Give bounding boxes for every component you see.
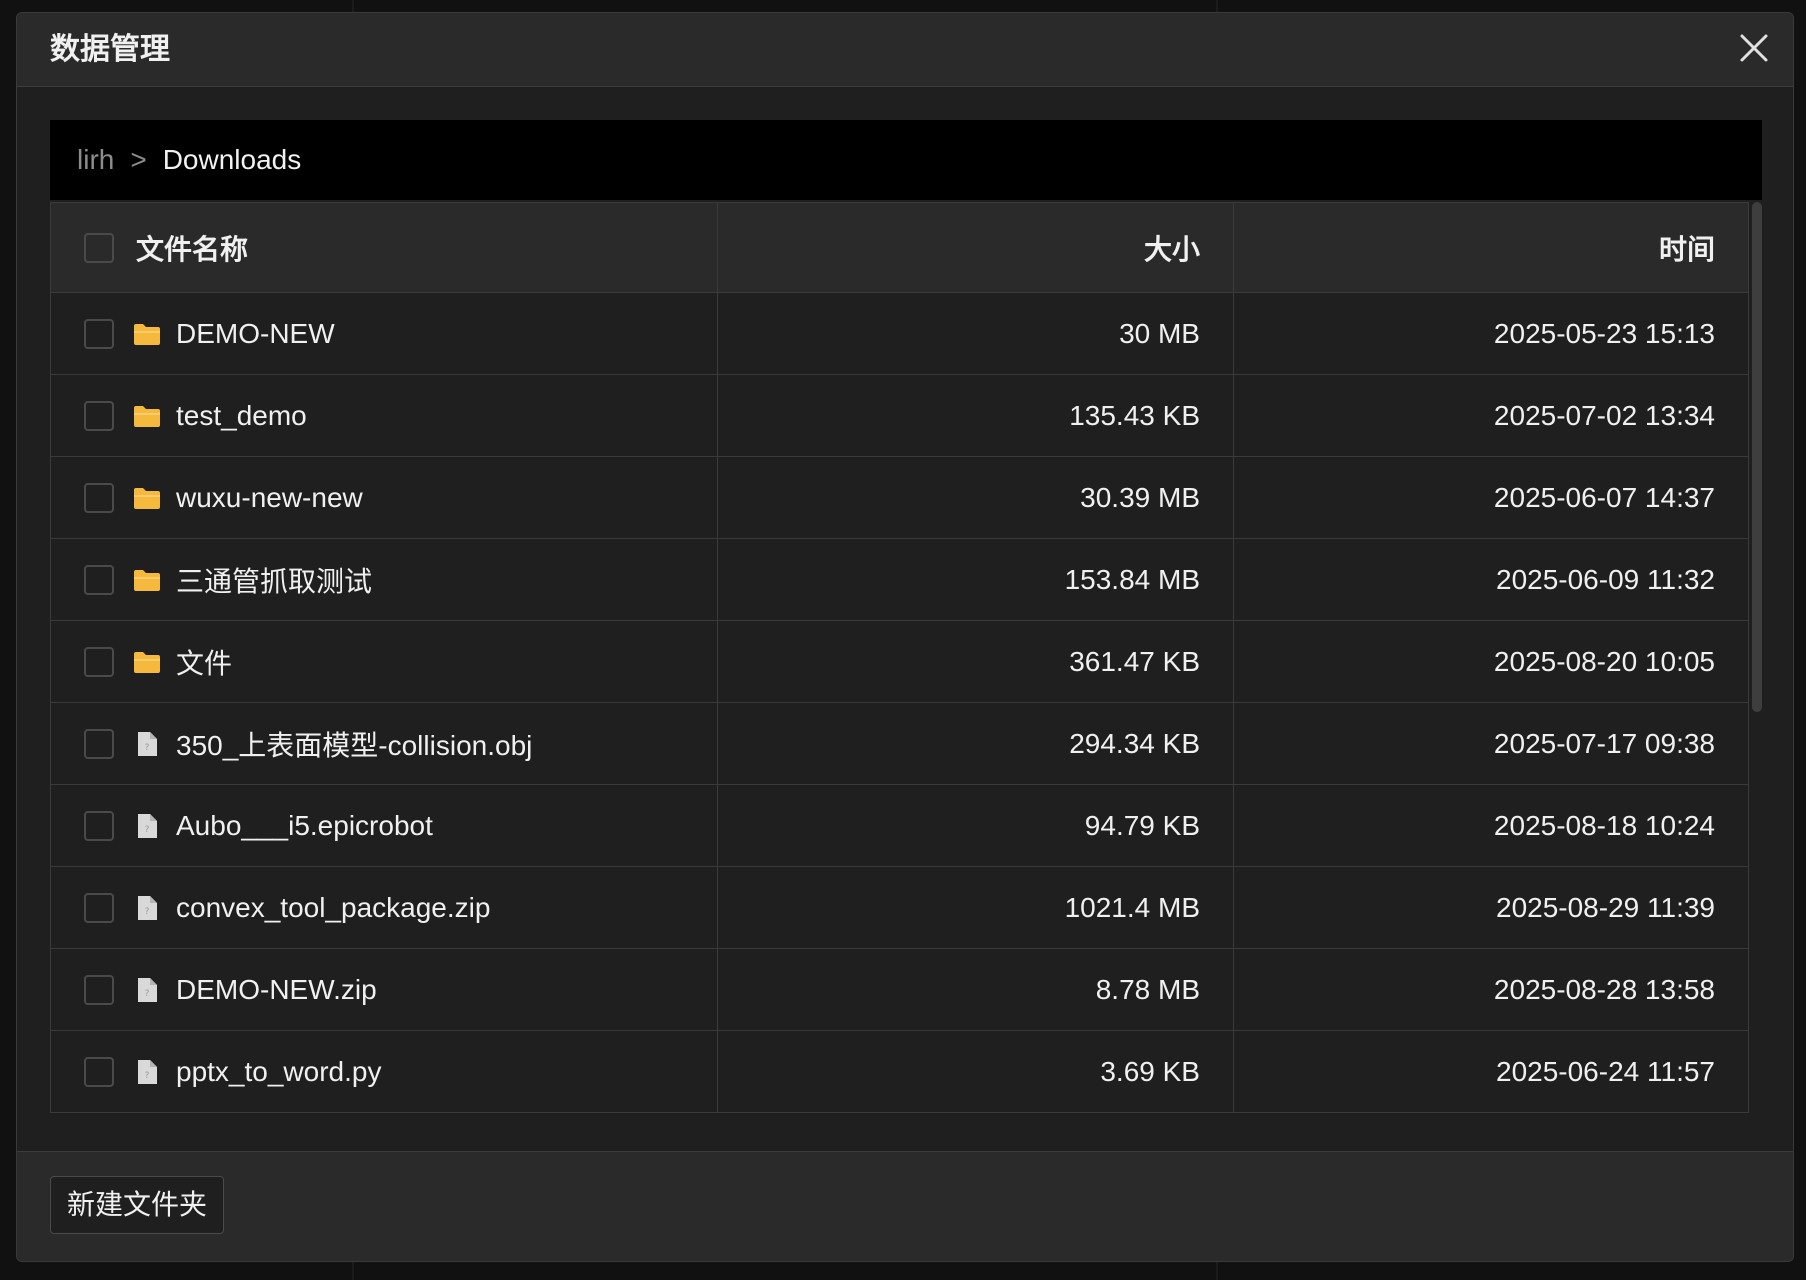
header-name-cell: 文件名称 <box>50 202 718 293</box>
size-cell: 361.47 KB <box>717 620 1234 703</box>
name-cell: ? pptx_to_word.py <box>50 1030 718 1113</box>
svg-text:?: ? <box>145 907 150 917</box>
name-cell: ? convex_tool_package.zip <box>50 866 718 949</box>
size-cell: 30.39 MB <box>717 456 1234 539</box>
table-row[interactable]: test_demo 135.43 KB 2025-07-02 13:34 <box>50 374 1749 457</box>
time-cell: 2025-06-07 14:37 <box>1233 456 1749 539</box>
time-cell: 2025-08-29 11:39 <box>1233 866 1749 949</box>
file-name[interactable]: DEMO-NEW.zip <box>176 974 377 1006</box>
name-cell: wuxu-new-new <box>50 456 718 539</box>
close-icon <box>1740 34 1768 62</box>
folder-icon <box>132 401 162 431</box>
size-cell: 30 MB <box>717 292 1234 375</box>
file-name[interactable]: Aubo___i5.epicrobot <box>176 810 433 842</box>
size-cell: 294.34 KB <box>717 702 1234 785</box>
time-cell: 2025-06-24 11:57 <box>1233 1030 1749 1113</box>
table-row[interactable]: ? pptx_to_word.py 3.69 KB 2025-06-24 11:57 <box>50 1030 1749 1113</box>
breadcrumb: lirh > Downloads <box>50 120 1762 200</box>
name-cell: test_demo <box>50 374 718 457</box>
size-cell: 135.43 KB <box>717 374 1234 457</box>
row-checkbox[interactable] <box>84 646 114 677</box>
svg-text:?: ? <box>145 989 150 999</box>
time-cell: 2025-07-02 13:34 <box>1233 374 1749 457</box>
breadcrumb-separator: > <box>130 144 147 175</box>
table-row[interactable]: ? convex_tool_package.zip 1021.4 MB 2025-08… <box>50 866 1749 949</box>
size-cell: 153.84 MB <box>717 538 1234 621</box>
table-row[interactable]: 三通管抓取测试 153.84 MB 2025-06-09 11:32 <box>50 538 1749 621</box>
time-cell: 2025-08-20 10:05 <box>1233 620 1749 703</box>
row-checkbox[interactable] <box>84 318 114 349</box>
select-all-checkbox[interactable] <box>84 232 114 263</box>
vertical-scrollbar[interactable] <box>1752 202 1762 712</box>
svg-text:?: ? <box>145 825 150 835</box>
file-table: 文件名称 大小 时间 DEMO-NEW 30 MB 2025-05-23 15:13… <box>50 202 1749 1113</box>
name-cell: ? DEMO-NEW.zip <box>50 948 718 1031</box>
file-name[interactable]: test_demo <box>176 400 307 432</box>
dialog-title: 数据管理 <box>50 33 170 66</box>
name-cell: DEMO-NEW <box>50 292 718 375</box>
time-cell: 2025-06-09 11:32 <box>1233 538 1749 621</box>
data-management-dialog: 数据管理 lirh > Downloads 文件名称 大小 时间 DEMO-NE… <box>16 12 1794 1262</box>
file-icon: ? <box>132 975 162 1005</box>
header-size-cell[interactable]: 大小 <box>717 202 1234 293</box>
table-row[interactable]: DEMO-NEW 30 MB 2025-05-23 15:13 <box>50 292 1749 375</box>
file-name[interactable]: DEMO-NEW <box>176 318 335 350</box>
new-folder-button[interactable]: 新建文件夹 <box>50 1176 225 1234</box>
row-checkbox[interactable] <box>84 400 114 431</box>
size-cell: 94.79 KB <box>717 784 1234 867</box>
table-row[interactable]: ? 350_上表面模型-collision.obj 294.34 KB 2025-07… <box>50 702 1749 785</box>
file-icon: ? <box>132 729 162 759</box>
row-checkbox[interactable] <box>84 482 114 513</box>
folder-icon <box>132 647 162 677</box>
file-table-container: 文件名称 大小 时间 DEMO-NEW 30 MB 2025-05-23 15:13… <box>50 202 1762 1132</box>
file-name[interactable]: 350_上表面模型-collision.obj <box>176 724 532 764</box>
close-button[interactable] <box>1737 31 1771 65</box>
folder-icon <box>132 565 162 595</box>
breadcrumb-root[interactable]: lirh <box>77 144 114 176</box>
name-cell: 文件 <box>50 620 718 703</box>
name-cell: 三通管抓取测试 <box>50 538 718 621</box>
dialog-footer: 新建文件夹 <box>17 1151 1793 1261</box>
header-name-label: 文件名称 <box>136 233 249 265</box>
folder-icon <box>132 483 162 513</box>
row-checkbox[interactable] <box>84 728 114 759</box>
file-name[interactable]: convex_tool_package.zip <box>176 892 490 924</box>
file-icon: ? <box>132 1057 162 1087</box>
table-row[interactable]: ? Aubo___i5.epicrobot 94.79 KB 2025-08-18 1… <box>50 784 1749 867</box>
file-icon: ? <box>132 893 162 923</box>
svg-text:?: ? <box>145 743 150 753</box>
name-cell: ? Aubo___i5.epicrobot <box>50 784 718 867</box>
time-cell: 2025-08-28 13:58 <box>1233 948 1749 1031</box>
size-cell: 1021.4 MB <box>717 866 1234 949</box>
time-cell: 2025-07-17 09:38 <box>1233 702 1749 785</box>
table-header-row: 文件名称 大小 时间 <box>50 202 1749 293</box>
file-name[interactable]: pptx_to_word.py <box>176 1056 381 1088</box>
table-row[interactable]: ? DEMO-NEW.zip 8.78 MB 2025-08-28 13:58 <box>50 948 1749 1031</box>
row-checkbox[interactable] <box>84 810 114 841</box>
table-row[interactable]: 文件 361.47 KB 2025-08-20 10:05 <box>50 620 1749 703</box>
file-name[interactable]: 文件 <box>176 642 232 682</box>
folder-icon <box>132 319 162 349</box>
svg-text:?: ? <box>145 1071 150 1081</box>
size-cell: 3.69 KB <box>717 1030 1234 1113</box>
file-icon: ? <box>132 811 162 841</box>
dialog-header: 数据管理 <box>17 13 1793 87</box>
file-name[interactable]: 三通管抓取测试 <box>176 560 372 600</box>
row-checkbox[interactable] <box>84 564 114 595</box>
row-checkbox[interactable] <box>84 1056 114 1087</box>
row-checkbox[interactable] <box>84 974 114 1005</box>
row-checkbox[interactable] <box>84 892 114 923</box>
table-row[interactable]: wuxu-new-new 30.39 MB 2025-06-07 14:37 <box>50 456 1749 539</box>
size-cell: 8.78 MB <box>717 948 1234 1031</box>
file-name[interactable]: wuxu-new-new <box>176 482 363 514</box>
header-time-cell[interactable]: 时间 <box>1233 202 1749 293</box>
breadcrumb-current: Downloads <box>162 144 302 175</box>
name-cell: ? 350_上表面模型-collision.obj <box>50 702 718 785</box>
time-cell: 2025-08-18 10:24 <box>1233 784 1749 867</box>
time-cell: 2025-05-23 15:13 <box>1233 292 1749 375</box>
